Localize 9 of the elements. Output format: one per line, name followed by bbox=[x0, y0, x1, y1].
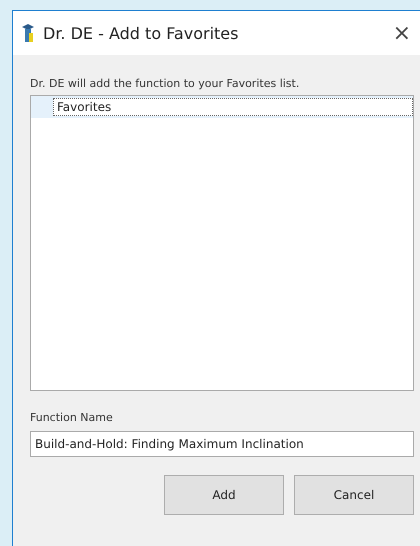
close-button[interactable]: × bbox=[388, 20, 415, 46]
window-title: Dr. DE - Add to Favorites bbox=[43, 24, 240, 42]
function-name-field[interactable]: Build-and-Hold: Finding Maximum Inclination bbox=[30, 431, 414, 457]
dialog-button[interactable]: Cancel bbox=[294, 475, 414, 515]
tree-item[interactable]: Favorites bbox=[53, 98, 413, 116]
graduate-icon bbox=[21, 23, 35, 43]
field-label: Function Name bbox=[30, 411, 114, 426]
description-text: Dr. DE will add the function to your Favorites list. bbox=[30, 77, 300, 92]
dialog-button[interactable]: Add bbox=[164, 475, 284, 515]
